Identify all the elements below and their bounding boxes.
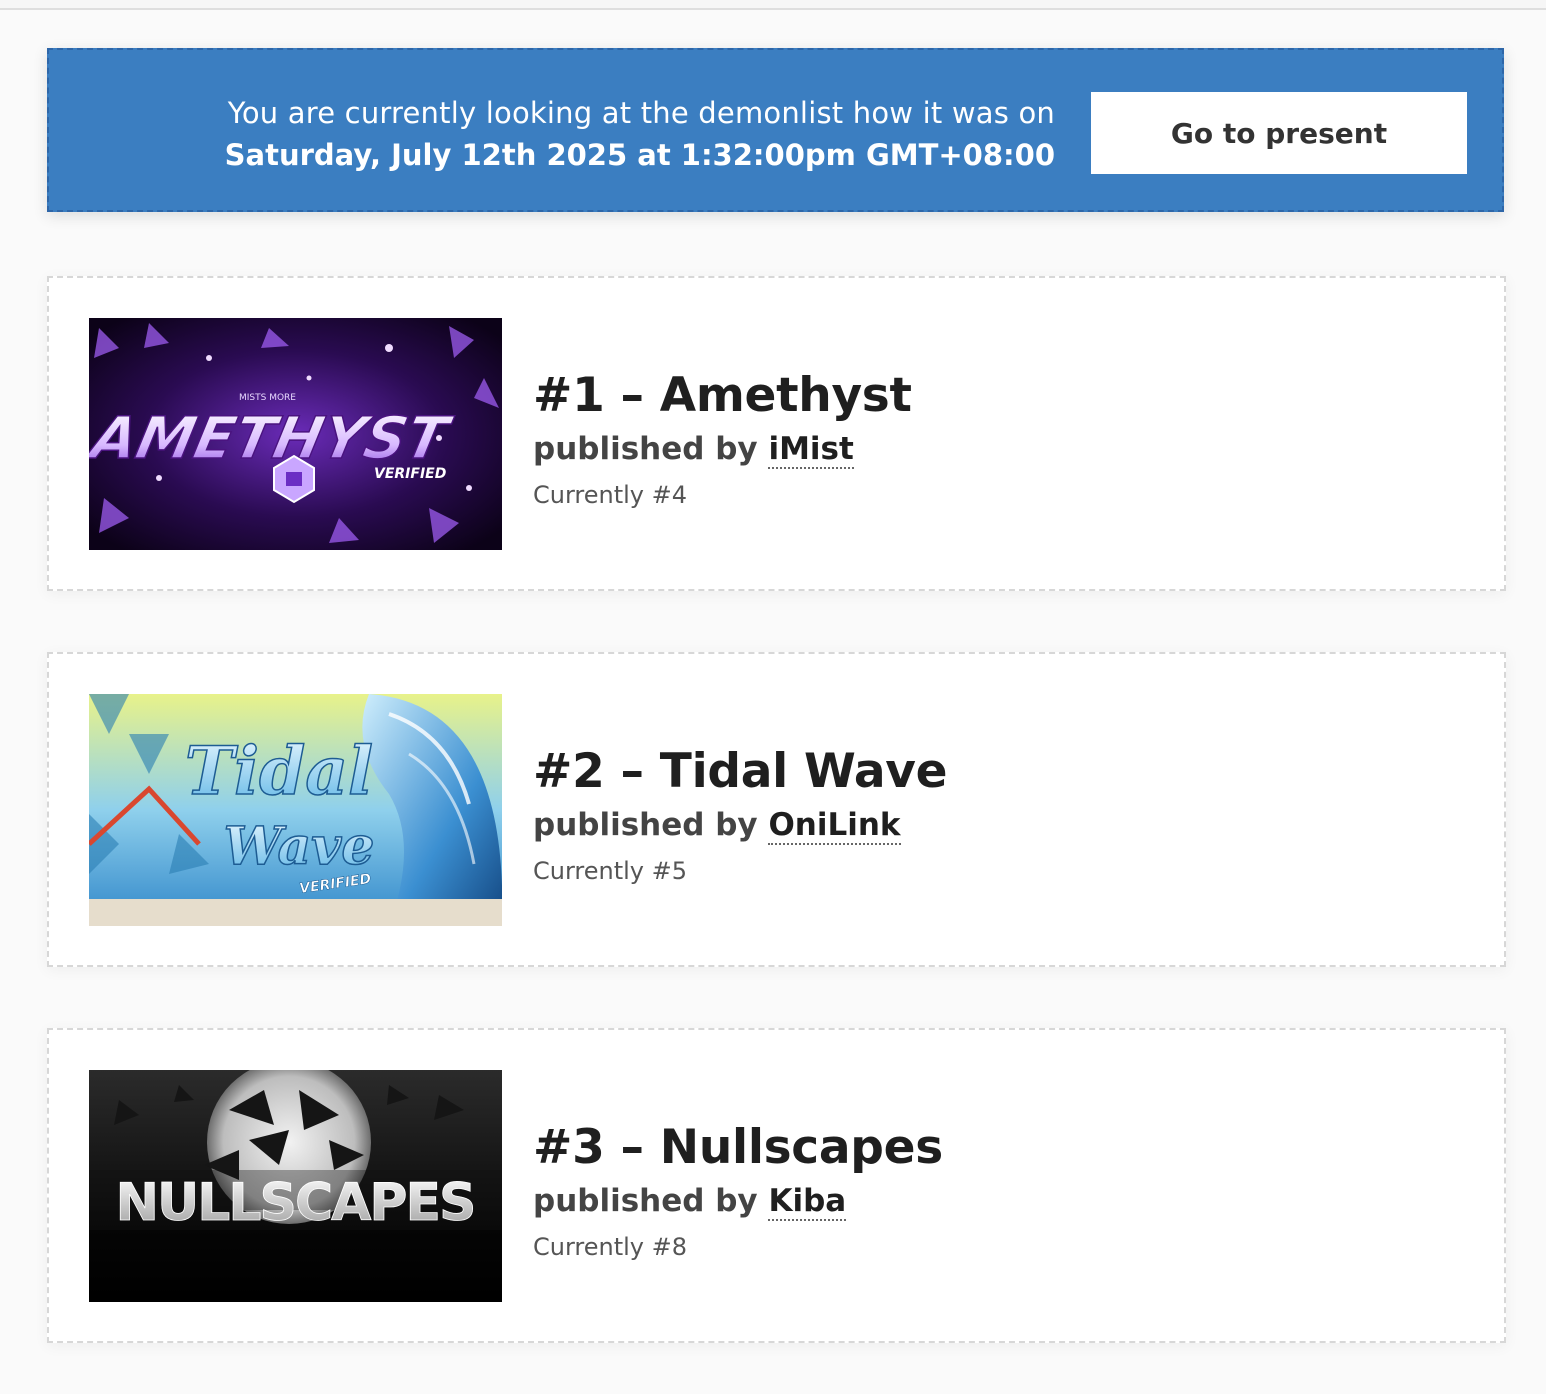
level-info: #2 – Tidal Wave published by OniLink Cur… [533,744,948,888]
level-thumbnail-amethyst[interactable]: MISTS MORE AMETHYST VERIFIED [89,318,502,550]
banner-message-line1: You are currently looking at the demonli… [227,96,1055,130]
publisher-link[interactable]: Kiba [768,1183,847,1221]
level-card: MISTS MORE AMETHYST VERIFIED #1 – Amethy… [47,276,1506,591]
published-by-label: published by [533,807,758,843]
publisher-link[interactable]: OniLink [768,807,901,845]
amethyst-title-art: AMETHYST [89,405,457,472]
level-info: #1 – Amethyst published by iMist Current… [533,368,912,512]
level-card: NULLSCAPES #3 – Nullscapes published by … [47,1028,1506,1343]
nullscapes-thumbnail-art: NULLSCAPES [89,1070,502,1302]
current-rank: Currently #8 [533,1233,688,1261]
level-card: Tidal Wave VERIFIED #2 – Tidal Wave publ… [47,652,1506,967]
level-thumbnail-tidal-wave[interactable]: Tidal Wave VERIFIED [89,694,502,926]
level-title[interactable]: #3 – Nullscapes [533,1120,943,1176]
page-content: You are currently looking at the demonli… [0,10,1546,1394]
level-title[interactable]: #2 – Tidal Wave [533,744,948,800]
nullscapes-title-art: NULLSCAPES [116,1173,475,1233]
amethyst-small-text: MISTS MORE [239,393,296,403]
go-to-present-button[interactable]: Go to present [1091,92,1467,174]
amethyst-thumbnail-art: MISTS MORE AMETHYST VERIFIED [89,318,502,550]
tidal-title-art: Tidal [185,732,373,810]
level-title[interactable]: #1 – Amethyst [533,368,912,424]
tidal-wave-thumbnail-art: Tidal Wave VERIFIED [89,694,502,926]
publisher-line: published by Kiba [533,1180,943,1222]
amethyst-verified-text: VERIFIED [374,466,446,482]
level-thumbnail-nullscapes[interactable]: NULLSCAPES [89,1070,502,1302]
publisher-line: published by iMist [533,428,912,470]
wave-title-art: Wave [224,816,375,877]
banner-message: You are currently looking at the demonli… [225,92,1055,176]
publisher-line: published by OniLink [533,804,947,846]
level-info: #3 – Nullscapes published by Kiba Curren… [533,1120,943,1264]
current-rank: Currently #5 [533,857,688,885]
published-by-label: published by [533,431,758,467]
banner-date: Saturday, July 12th 2025 at 1:32:00pm GM… [224,138,1055,172]
published-by-label: published by [533,1183,758,1219]
history-banner: You are currently looking at the demonli… [47,48,1504,212]
publisher-link[interactable]: iMist [768,431,854,469]
current-rank: Currently #4 [533,481,688,509]
